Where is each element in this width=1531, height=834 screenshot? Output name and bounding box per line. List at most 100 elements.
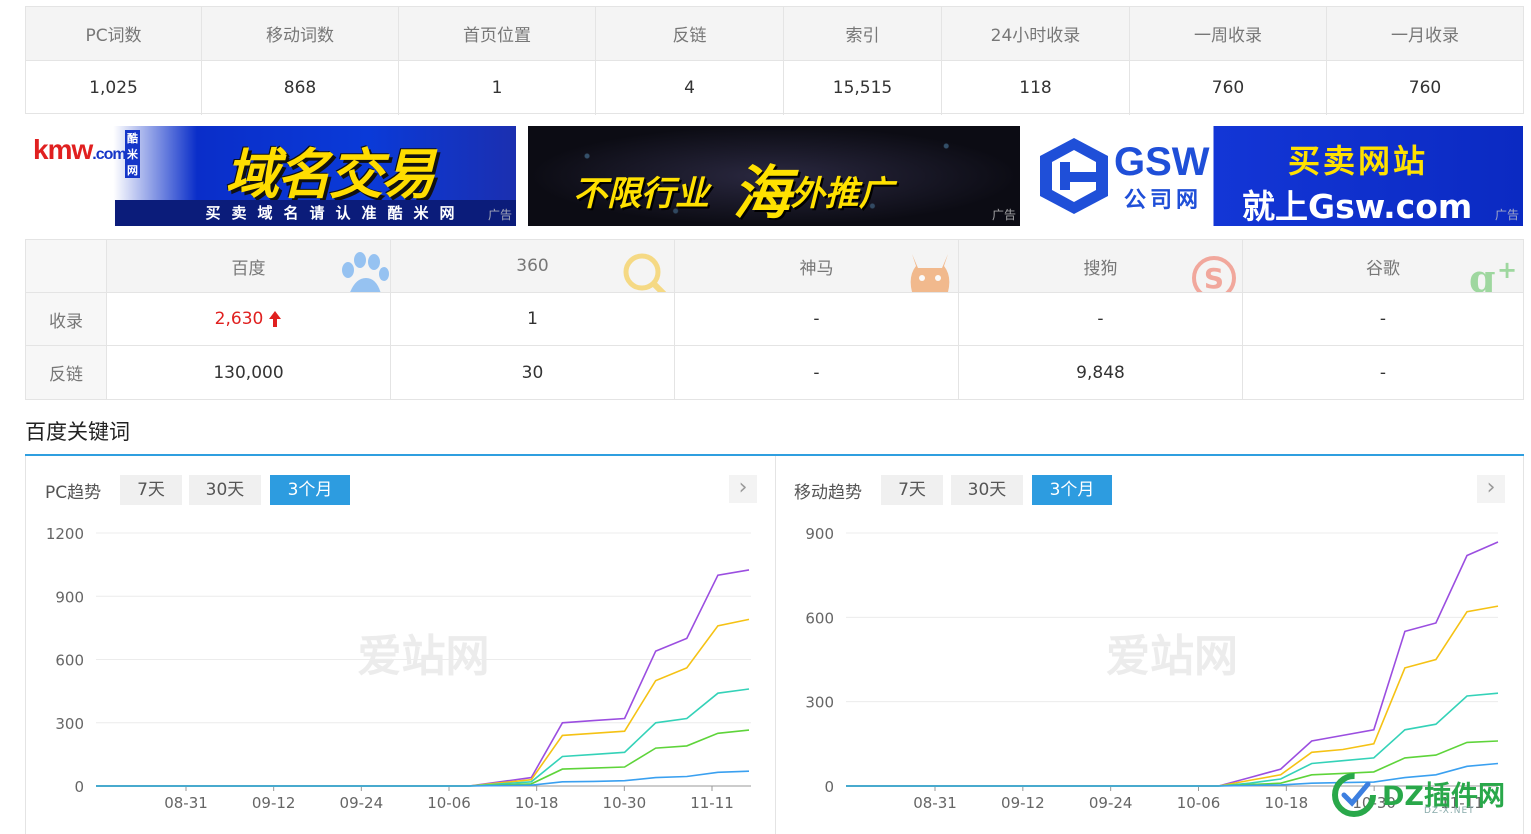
dz-logo-sub: DZ-X.NET bbox=[1424, 806, 1475, 816]
stats-value-backlinks[interactable]: 4 bbox=[596, 61, 784, 115]
stats-value-24h: 118 bbox=[942, 61, 1130, 115]
svg-text:S: S bbox=[1204, 262, 1224, 292]
y-tick-label: 300 bbox=[805, 694, 834, 712]
x-tick-label: 09-24 bbox=[1089, 794, 1133, 812]
stats-header-mobile-words: 移动词数 bbox=[202, 7, 399, 60]
sogou-s-icon: S bbox=[1192, 256, 1236, 292]
x-tick-label: 10-06 bbox=[1177, 794, 1221, 812]
y-tick-label: 600 bbox=[55, 652, 84, 670]
stats-value-mobile-words[interactable]: 868 bbox=[202, 61, 399, 115]
stats-header-row: PC词数 移动词数 首页位置 反链 索引 24小时收录 一周收录 一月收录 bbox=[26, 7, 1523, 61]
ad-tag: 广告 bbox=[487, 208, 512, 222]
stats-value-index[interactable]: 15,515 bbox=[784, 61, 942, 115]
shenma-backlink-value: - bbox=[675, 346, 959, 399]
shenma-index-value: - bbox=[675, 293, 959, 345]
x-tick-label: 09-12 bbox=[1001, 794, 1045, 812]
y-tick-label: 0 bbox=[74, 778, 84, 796]
arrow-up-icon bbox=[269, 311, 282, 327]
google-plus-icon: g + bbox=[1469, 256, 1517, 292]
ad2-part1: 不限行业 bbox=[573, 174, 709, 214]
google-index-value: - bbox=[1379, 309, 1387, 329]
dz-check-icon bbox=[1332, 773, 1376, 817]
x-tick-label: 08-31 bbox=[164, 794, 208, 812]
ad-banner-kmw[interactable]: kmw.com 酷米网 域名交易 买卖域名请认准酷米网 广告 bbox=[25, 126, 516, 226]
engine-label-sogou: 搜狗 bbox=[1083, 258, 1118, 279]
x-tick-label: 09-24 bbox=[340, 794, 384, 812]
ad-tag: 广告 bbox=[1494, 208, 1519, 222]
engine-label-360: 360 bbox=[516, 256, 549, 276]
row-label-index: 收录 bbox=[26, 293, 107, 345]
section-title-baidu-keywords: 百度关键词 bbox=[25, 420, 130, 444]
ad-banner-overseas[interactable]: 不限行业 海外推广 广告 bbox=[528, 126, 1020, 226]
search-engine-table: 百度 360 神马 搜狗 S 谷歌 g + 收录 2,630 1 - - - 反… bbox=[25, 239, 1524, 400]
y-tick-label: 600 bbox=[805, 609, 834, 627]
stats-header-week: 一周收录 bbox=[1130, 7, 1327, 60]
baidu-index-value[interactable]: 2,630 bbox=[107, 293, 391, 345]
sogou-backlink-value: 9,848 bbox=[959, 346, 1243, 399]
stats-header-month: 一月收录 bbox=[1391, 26, 1459, 46]
x-tick-label: 08-31 bbox=[913, 794, 957, 812]
engine-label-google: 谷歌 bbox=[1366, 258, 1400, 279]
watermark-text: 爱站网 bbox=[358, 631, 490, 682]
stats-header-pc-words: PC词数 bbox=[26, 7, 202, 60]
baidu-index-number: 2,630 bbox=[214, 309, 264, 329]
engine-header-sogou: 搜狗 S bbox=[959, 240, 1243, 292]
pc-trend-panel: PC趋势 7天 30天 3个月 › 爱站网 0 300 600 900 1200 08-31… bbox=[25, 456, 776, 834]
engine-label-baidu: 百度 bbox=[231, 258, 266, 279]
ad3-line2: 就上Gsw.com bbox=[1242, 187, 1473, 226]
engine-header-shenma: 神马 bbox=[675, 240, 959, 292]
engine-header-row: 百度 360 神马 搜狗 S 谷歌 g + bbox=[26, 240, 1523, 293]
ad1-strip: 买卖域名请认准酷米网 bbox=[115, 200, 516, 226]
row-label-backlinks: 反链 bbox=[26, 346, 107, 399]
site-stats-table: PC词数 移动词数 首页位置 反链 索引 24小时收录 一周收录 一月收录 1,… bbox=[25, 6, 1524, 115]
x-tick-label: 11-11 bbox=[690, 794, 734, 812]
pc-trend-chart: 爱站网 0 300 600 900 1200 08-31 09-12 09-24 10-06 10-… bbox=[46, 525, 751, 812]
stats-value-pc-words[interactable]: 1,025 bbox=[26, 61, 202, 115]
watermark-text: 爱站网 bbox=[1106, 631, 1238, 682]
x-tick-label: 10-06 bbox=[427, 794, 471, 812]
baidu-paw-icon bbox=[342, 252, 389, 292]
x-tick-label: 09-12 bbox=[252, 794, 296, 812]
engine-header-baidu: 百度 bbox=[107, 240, 391, 292]
ad-banner-gsw[interactable]: GSW 公司网 买卖网站 就上Gsw.com 广告 bbox=[1032, 126, 1523, 226]
engine-index-row: 收录 2,630 1 - - - bbox=[26, 293, 1523, 346]
series-line-5 bbox=[96, 770, 750, 787]
svg-text:g: g bbox=[1469, 256, 1496, 292]
gsw-logo-icon bbox=[1040, 138, 1108, 214]
ad-tag: 广告 bbox=[991, 208, 1016, 222]
gsw-brand-cn: 公司网 bbox=[1124, 188, 1203, 213]
kmw-logo-cn: 酷米网 bbox=[125, 130, 140, 178]
baidu-backlink-value: 130,000 bbox=[107, 346, 391, 399]
dz-plugin-logo: DZ插件网 DZ-X.NET bbox=[1330, 766, 1520, 826]
x-tick-label: 10-30 bbox=[603, 794, 647, 812]
kmw-logo: kmw.com 酷米网 bbox=[33, 130, 140, 178]
360-index-value: 1 bbox=[391, 293, 675, 345]
y-tick-label: 900 bbox=[805, 525, 834, 543]
engine-label-shenma: 神马 bbox=[799, 258, 834, 279]
ad2-part2: 海 bbox=[732, 159, 791, 226]
ad2-headline: 不限行业 海外推广 bbox=[573, 146, 893, 226]
stats-value-week: 760 bbox=[1130, 61, 1327, 115]
stats-header-backlinks: 反链 bbox=[596, 7, 784, 60]
engine-backlink-row: 反链 130,000 30 - 9,848 - bbox=[26, 346, 1523, 399]
stats-value-row: 1,025 868 1 4 15,515 118 760 760 bbox=[26, 61, 1523, 115]
stats-header-homepage-rank: 首页位置 bbox=[399, 7, 596, 60]
google-backlink-value: - bbox=[1379, 362, 1387, 383]
stats-value-month: 760 bbox=[1408, 78, 1442, 98]
360-backlink-value: 30 bbox=[391, 346, 675, 399]
svg-text:+: + bbox=[1497, 256, 1517, 284]
y-tick-label: 900 bbox=[55, 588, 84, 606]
y-tick-label: 0 bbox=[824, 778, 834, 796]
shenma-alpaca-icon bbox=[910, 254, 950, 292]
x-tick-label: 10-18 bbox=[515, 794, 559, 812]
stats-value-homepage-rank: 1 bbox=[399, 61, 596, 115]
x-tick-label: 10-18 bbox=[1265, 794, 1309, 812]
ad3-line1: 买卖网站 bbox=[1288, 142, 1429, 180]
kmw-logo-domain: .com bbox=[92, 146, 126, 163]
y-tick-label: 300 bbox=[55, 715, 84, 733]
engine-header-google: 谷歌 g + bbox=[1243, 240, 1523, 292]
ad1-headline: 域名交易 bbox=[225, 143, 435, 206]
ad2-part3: 外推广 bbox=[790, 174, 893, 214]
engine-header-360: 360 bbox=[391, 240, 675, 292]
360-search-icon bbox=[623, 253, 667, 292]
